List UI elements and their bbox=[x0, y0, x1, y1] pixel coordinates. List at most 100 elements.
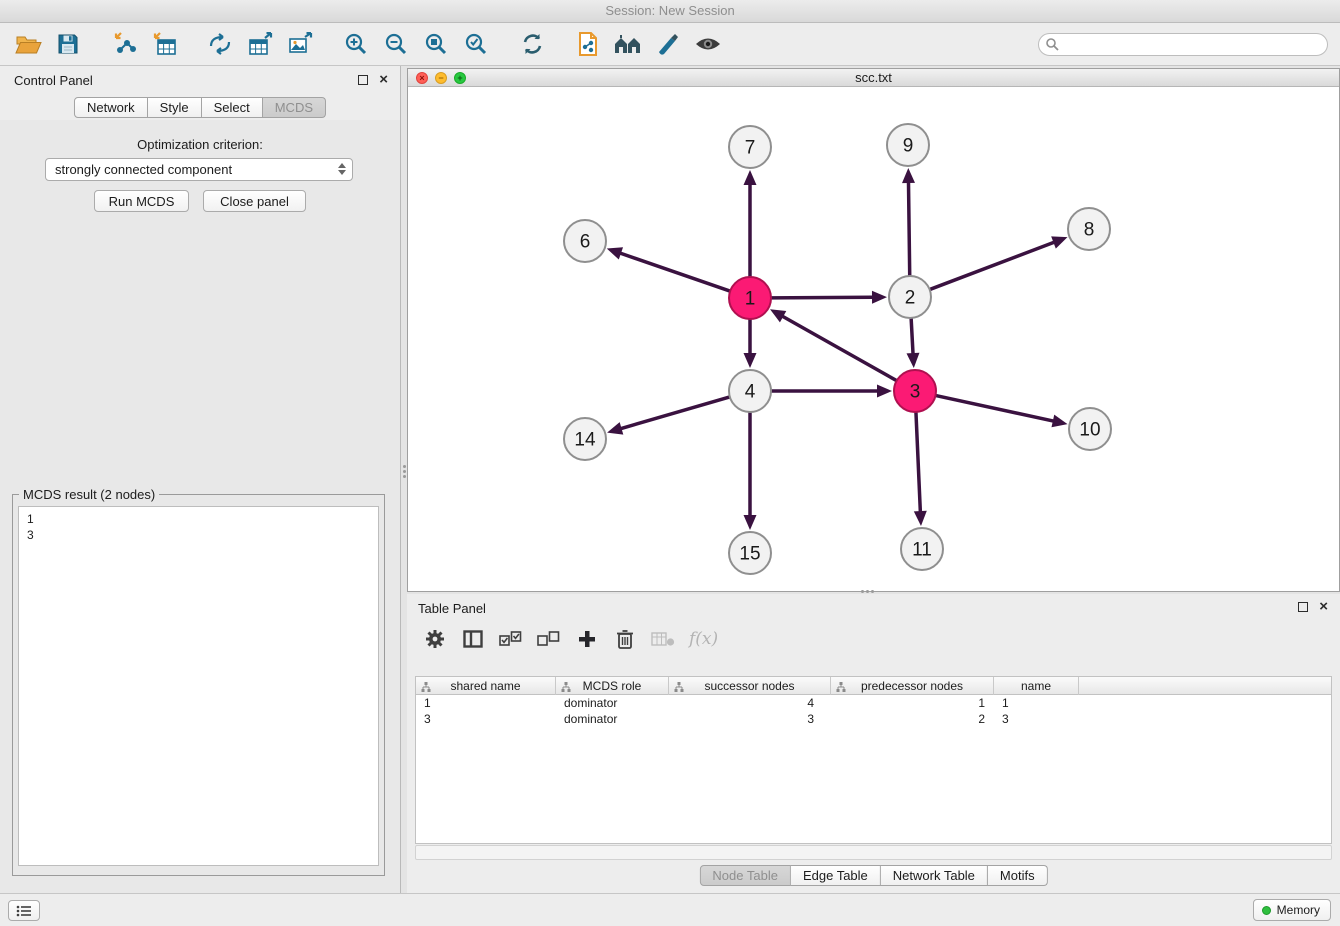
table-settings-gear-icon[interactable] bbox=[423, 625, 447, 653]
tab-network[interactable]: Network bbox=[74, 97, 148, 118]
tab-select[interactable]: Select bbox=[202, 97, 263, 118]
close-panel-icon[interactable]: × bbox=[379, 71, 388, 89]
column-label: successor nodes bbox=[704, 679, 794, 693]
criterion-dropdown-value: strongly connected component bbox=[55, 162, 232, 177]
graph-edge-1-2[interactable] bbox=[772, 297, 872, 298]
close-table-panel-icon[interactable]: × bbox=[1319, 598, 1328, 616]
tab-mcds[interactable]: MCDS bbox=[263, 97, 326, 118]
network-graph[interactable]: 7 9 6 8 1 2 4 3 14 10 15 11 bbox=[408, 87, 1339, 591]
cell-mcds-role[interactable]: dominator bbox=[556, 711, 669, 727]
show-hide-eye-icon[interactable] bbox=[688, 26, 728, 62]
network-window-titlebar[interactable]: × − + scc.txt bbox=[408, 69, 1339, 87]
minimize-window-icon[interactable]: − bbox=[435, 72, 447, 84]
task-history-button[interactable] bbox=[8, 900, 40, 921]
graph-node-7[interactable]: 7 bbox=[729, 126, 771, 168]
graph-node-8[interactable]: 8 bbox=[1068, 208, 1110, 250]
graph-edge-arrowhead bbox=[607, 422, 623, 434]
close-panel-button[interactable]: Close panel bbox=[203, 190, 306, 212]
tab-style[interactable]: Style bbox=[148, 97, 202, 118]
import-table-icon[interactable] bbox=[144, 26, 184, 62]
graph-edge-arrowhead bbox=[744, 515, 757, 530]
zoom-in-icon[interactable] bbox=[336, 26, 376, 62]
cell-predecessor-nodes[interactable]: 2 bbox=[831, 711, 994, 727]
graph-node-15[interactable]: 15 bbox=[729, 532, 771, 574]
graph-edge-4-14[interactable] bbox=[621, 397, 728, 428]
deselect-all-icon[interactable] bbox=[537, 625, 561, 653]
float-panel-icon[interactable] bbox=[358, 75, 368, 85]
function-builder-icon: f(x) bbox=[689, 625, 718, 653]
zoom-out-icon[interactable] bbox=[376, 26, 416, 62]
graph-node-10[interactable]: 10 bbox=[1069, 408, 1111, 450]
memory-label: Memory bbox=[1277, 903, 1320, 917]
clone-network-icon[interactable] bbox=[200, 26, 240, 62]
graph-node-6[interactable]: 6 bbox=[564, 220, 606, 262]
refresh-view-icon[interactable] bbox=[512, 26, 552, 62]
save-session-icon[interactable] bbox=[48, 26, 88, 62]
graph-node-4[interactable]: 4 bbox=[729, 370, 771, 412]
tab-node-table[interactable]: Node Table bbox=[699, 865, 791, 886]
select-all-icon[interactable] bbox=[499, 625, 523, 653]
tab-edge-table[interactable]: Edge Table bbox=[791, 865, 881, 886]
tab-motifs[interactable]: Motifs bbox=[988, 865, 1048, 886]
table-row[interactable]: 3 dominator 3 2 3 bbox=[416, 711, 1331, 727]
home-icon[interactable] bbox=[608, 26, 648, 62]
column-header-mcds-role[interactable]: MCDS role bbox=[556, 677, 669, 695]
graph-edge-3-11[interactable] bbox=[916, 413, 920, 511]
criterion-dropdown[interactable]: strongly connected component bbox=[45, 158, 353, 181]
cell-predecessor-nodes[interactable]: 1 bbox=[831, 695, 994, 711]
graph-node-14[interactable]: 14 bbox=[564, 418, 606, 460]
column-header-filler bbox=[1079, 677, 1331, 695]
graph-edge-arrowhead bbox=[744, 170, 757, 185]
style-brush-icon[interactable] bbox=[648, 26, 688, 62]
run-mcds-button[interactable]: Run MCDS bbox=[94, 190, 189, 212]
cell-mcds-role[interactable]: dominator bbox=[556, 695, 669, 711]
graph-edge-3-1[interactable] bbox=[783, 317, 896, 381]
table-horizontal-scrollbar[interactable] bbox=[415, 845, 1332, 860]
graph-node-label: 4 bbox=[745, 382, 756, 403]
maximize-window-icon[interactable]: + bbox=[454, 72, 466, 84]
zoom-selected-icon[interactable] bbox=[456, 26, 496, 62]
search-input[interactable] bbox=[1038, 33, 1328, 56]
mcds-result-list[interactable]: 1 3 bbox=[18, 506, 379, 866]
graph-edge-1-6[interactable] bbox=[621, 253, 729, 290]
column-header-name[interactable]: name bbox=[994, 677, 1079, 695]
close-window-icon[interactable]: × bbox=[416, 72, 428, 84]
float-table-panel-icon[interactable] bbox=[1298, 602, 1308, 612]
graph-node-3[interactable]: 3 bbox=[894, 370, 936, 412]
add-column-icon[interactable] bbox=[575, 625, 599, 653]
column-header-successor-nodes[interactable]: successor nodes bbox=[669, 677, 831, 695]
graph-node-label: 9 bbox=[903, 136, 914, 157]
column-header-shared-name[interactable]: shared name bbox=[416, 677, 556, 695]
cell-name[interactable]: 1 bbox=[994, 695, 1079, 711]
graph-node-2[interactable]: 2 bbox=[889, 276, 931, 318]
export-image-icon[interactable] bbox=[280, 26, 320, 62]
network-window-title: scc.txt bbox=[855, 70, 892, 85]
graph-edge-2-3[interactable] bbox=[911, 319, 913, 353]
graph-edge-2-8[interactable] bbox=[931, 242, 1054, 289]
network-canvas[interactable]: 7 9 6 8 1 2 4 3 14 10 15 11 bbox=[408, 87, 1339, 591]
cell-shared-name[interactable]: 1 bbox=[416, 695, 556, 711]
vertical-splitter-handle[interactable] bbox=[401, 462, 407, 480]
import-document-icon[interactable] bbox=[568, 26, 608, 62]
graph-edge-3-10[interactable] bbox=[936, 396, 1052, 421]
table-row[interactable]: 1 dominator 4 1 1 bbox=[416, 695, 1331, 711]
import-network-icon[interactable] bbox=[104, 26, 144, 62]
graph-edge-arrowhead bbox=[607, 247, 623, 259]
tab-network-table[interactable]: Network Table bbox=[881, 865, 988, 886]
memory-button[interactable]: Memory bbox=[1253, 899, 1331, 921]
export-table-icon[interactable] bbox=[240, 26, 280, 62]
graph-node-1[interactable]: 1 bbox=[729, 277, 771, 319]
zoom-fit-icon[interactable] bbox=[416, 26, 456, 62]
table-panel: Table Panel × bbox=[407, 594, 1340, 893]
graph-node-11[interactable]: 11 bbox=[901, 528, 943, 570]
cell-shared-name[interactable]: 3 bbox=[416, 711, 556, 727]
column-visibility-icon[interactable] bbox=[461, 625, 485, 653]
column-header-predecessor-nodes[interactable]: predecessor nodes bbox=[831, 677, 994, 695]
graph-node-9[interactable]: 9 bbox=[887, 124, 929, 166]
open-session-icon[interactable] bbox=[8, 26, 48, 62]
cell-successor-nodes[interactable]: 3 bbox=[669, 711, 831, 727]
delete-icon[interactable] bbox=[613, 625, 637, 653]
cell-successor-nodes[interactable]: 4 bbox=[669, 695, 831, 711]
cell-name[interactable]: 3 bbox=[994, 711, 1079, 727]
graph-edge-2-9[interactable] bbox=[909, 183, 910, 275]
